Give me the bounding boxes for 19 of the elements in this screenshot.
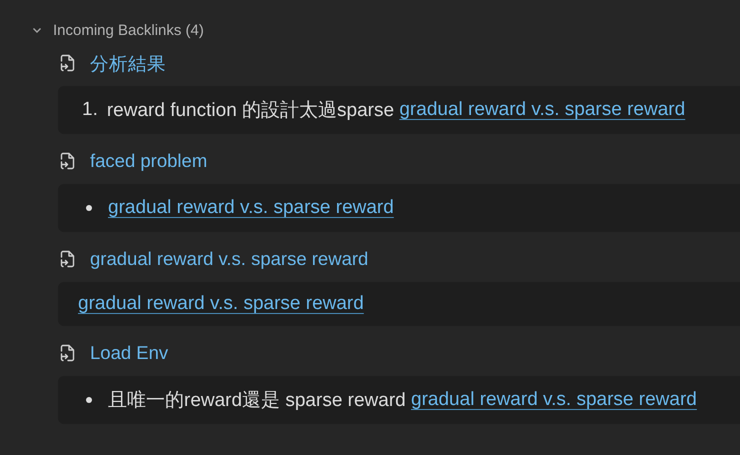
internal-link[interactable]: gradual reward v.s. sparse reward [78,293,364,315]
file-link-icon [60,250,76,268]
snippet-text: 且唯一的reward還是 sparse reward [108,389,407,413]
bullet-icon [86,397,92,403]
file-link-icon [60,152,76,170]
snippet-text: reward function 的設計太過sparse [106,99,396,123]
file-title-link[interactable]: Load Env [90,342,168,364]
file-title-link[interactable]: 分析結果 [90,50,166,76]
internal-link[interactable]: gradual reward v.s. sparse reward [411,389,697,411]
internal-link[interactable]: gradual reward v.s. sparse reward [108,197,394,219]
chevron-icon[interactable] [32,25,42,35]
section-title[interactable]: Incoming Backlinks (4) [53,22,204,38]
bullet-icon [86,205,92,211]
file-link-icon [60,344,76,362]
file-title-link[interactable]: gradual reward v.s. sparse reward [90,248,368,270]
file-title-link[interactable]: faced problem [90,150,208,172]
internal-link[interactable]: gradual reward v.s. sparse reward [399,99,686,121]
file-link-icon [60,54,76,72]
list-number: 1. [82,99,98,121]
